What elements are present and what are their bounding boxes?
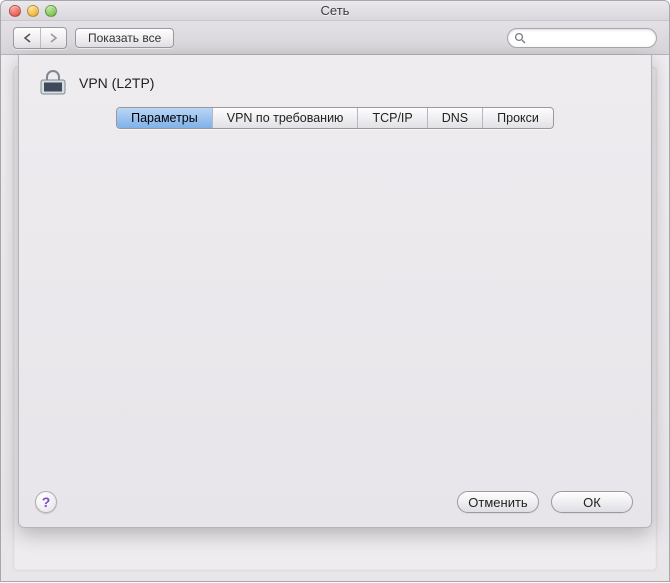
vpn-options-sheet: VPN (L2TP) Параметры VPN по требованию T… <box>18 55 652 528</box>
search-input[interactable] <box>530 31 650 45</box>
checkbox[interactable] <box>191 242 205 256</box>
tab-vpn-on-demand[interactable]: VPN по требованию <box>212 108 358 128</box>
opt-disconnect-logout[interactable]: Отключение при выходе пользователя из си… <box>191 202 619 217</box>
opt-send-all-traffic[interactable]: Отправить весь трафик через VPN <box>191 221 619 236</box>
zoom-icon[interactable] <box>45 5 57 17</box>
titlebar: Сеть <box>1 1 669 21</box>
opt-label-before: Отключить при ожидании <box>213 242 367 257</box>
close-icon[interactable] <box>9 5 21 17</box>
content-area: VPN (L2TP) Параметры VPN по требованию T… <box>1 55 669 583</box>
prefs-window: Сеть Показать все <box>0 0 670 582</box>
opt-disconnect-idle[interactable]: Отключить при ожидании мин. <box>191 240 619 258</box>
tab-tcpip[interactable]: TCP/IP <box>357 108 426 128</box>
opt-label: Отключение при выходе пользователя из си… <box>213 202 519 217</box>
back-button[interactable] <box>14 28 40 48</box>
checkbox[interactable] <box>191 203 205 217</box>
toolbar: Показать все <box>1 21 669 55</box>
show-all-button[interactable]: Показать все <box>75 28 174 48</box>
tab-parameters[interactable]: Параметры <box>117 108 212 128</box>
options-groupbox: Параметры сеанса: Отключение при переклю… <box>32 139 638 480</box>
tab-dns[interactable]: DNS <box>427 108 482 128</box>
checkbox[interactable] <box>191 184 205 198</box>
opt-label-after: мин. <box>411 242 438 257</box>
opt-label: Отправить весь трафик через VPN <box>213 221 424 236</box>
search-icon <box>514 32 526 44</box>
nav-segment <box>13 27 67 49</box>
session-heading: Параметры сеанса: <box>171 162 619 177</box>
minimize-icon[interactable] <box>27 5 39 17</box>
window-title: Сеть <box>1 3 669 18</box>
opt-disconnect-user-switch[interactable]: Отключение при переключении учетной запи… <box>191 183 619 198</box>
ok-button[interactable]: ОК <box>551 491 633 513</box>
opt-label: Подробный протокол подключения <box>213 301 424 316</box>
checkbox[interactable] <box>191 222 205 236</box>
traffic-lights <box>9 5 57 17</box>
lock-icon <box>37 69 69 97</box>
idle-minutes-input[interactable] <box>375 240 403 258</box>
sheet-title: VPN (L2TP) <box>79 75 154 91</box>
opt-verbose-logging[interactable]: Подробный протокол подключения <box>191 301 619 316</box>
cancel-button[interactable]: Отменить <box>457 491 539 513</box>
opt-label: Отключение при переключении учетной запи… <box>213 183 586 198</box>
checkbox[interactable] <box>191 302 205 316</box>
tabs: Параметры VPN по требованию TCP/IP DNS П… <box>19 107 651 129</box>
tab-proxies[interactable]: Прокси <box>482 108 553 128</box>
forward-button[interactable] <box>40 28 66 48</box>
help-button[interactable]: ? <box>35 491 57 513</box>
advanced-heading: Дополнительные параметры: <box>171 280 619 295</box>
search-field[interactable] <box>507 28 657 48</box>
